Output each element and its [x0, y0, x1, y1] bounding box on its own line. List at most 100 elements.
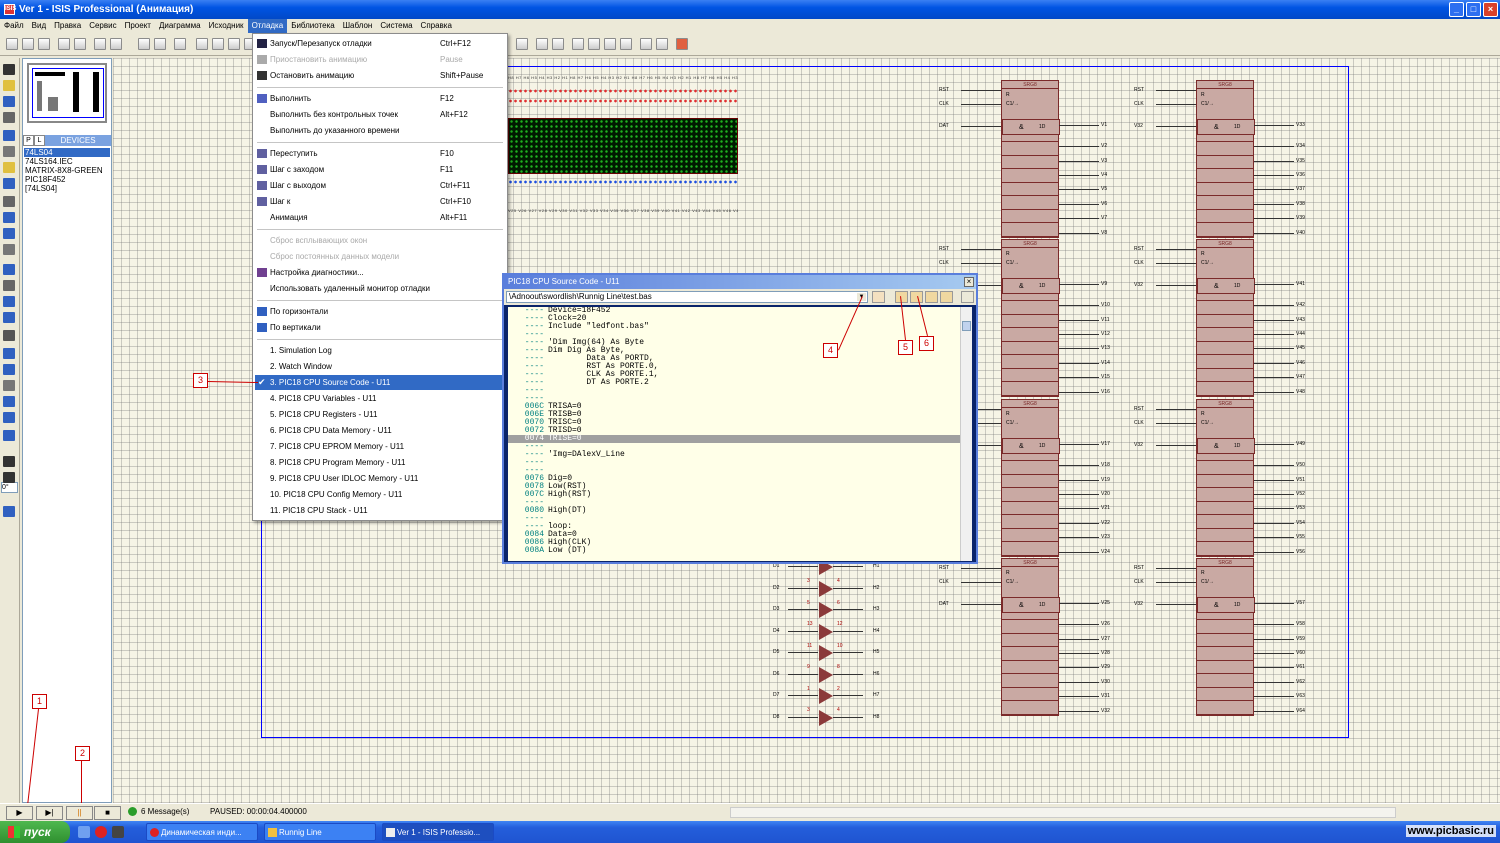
- source-code-listing[interactable]: ---- Device=18F452 ---- Clock=20 ---- Include…: [508, 307, 964, 561]
- debug-menu-item-21[interactable]: 5. PIC18 CPU Registers - U11: [255, 407, 505, 422]
- left-tool-20[interactable]: [3, 396, 15, 407]
- message-count[interactable]: 6 Message(s): [128, 807, 189, 816]
- srg8-chip[interactable]: SRG8 R C1/→ & 1D: [1196, 239, 1255, 397]
- debug-menu-item-22[interactable]: 6. PIC18 CPU Data Memory - U11: [255, 423, 505, 438]
- toolbar-button-4[interactable]: [74, 38, 86, 50]
- scroll-thumb[interactable]: [962, 321, 971, 331]
- toolbar-button-2[interactable]: [38, 38, 50, 50]
- toolbar-button-8[interactable]: [154, 38, 166, 50]
- toolbar-button-23[interactable]: [676, 38, 688, 50]
- minimize-button[interactable]: _: [1449, 2, 1464, 17]
- toolbar-button-11[interactable]: [212, 38, 224, 50]
- menu-2[interactable]: Правка: [50, 19, 85, 33]
- left-tool-18[interactable]: [3, 364, 15, 375]
- toolbar-button-10[interactable]: [196, 38, 208, 50]
- menu-10[interactable]: Система: [376, 19, 416, 33]
- toolbar-button-16[interactable]: [552, 38, 564, 50]
- debug-menu-item-4[interactable]: Выполнить без контрольных точек Alt+F12: [255, 107, 505, 122]
- code-line[interactable]: ---- DT As PORTE.2: [508, 379, 964, 387]
- start-button[interactable]: пуск: [0, 821, 70, 843]
- pick-devices-tab[interactable]: P: [23, 135, 34, 146]
- debug-menu-item-0[interactable]: Запуск/Перезапуск отладки Ctrl+F12: [255, 36, 505, 51]
- source-window-title[interactable]: PIC18 CPU Source Code - U11: [504, 275, 976, 289]
- left-tool-8[interactable]: [3, 196, 15, 207]
- toolbar-button-1[interactable]: [22, 38, 34, 50]
- toolbar-button-15[interactable]: [536, 38, 548, 50]
- menu-4[interactable]: Проект: [121, 19, 155, 33]
- overview-window[interactable]: [27, 63, 107, 123]
- left-tool-2[interactable]: [3, 96, 15, 107]
- left-tool-25[interactable]: [3, 506, 15, 517]
- menu-5[interactable]: Диаграмма: [155, 19, 205, 33]
- srg8-chip[interactable]: SRG8 R C1/→ & 1D: [1001, 558, 1060, 716]
- left-tool-23[interactable]: [3, 456, 15, 467]
- toolbar-button-22[interactable]: [656, 38, 668, 50]
- debug-menu-item-8[interactable]: Шаг с выходом Ctrl+F11: [255, 178, 505, 193]
- debug-menu-item-27[interactable]: 11. PIC18 CPU Stack - U11: [255, 503, 505, 518]
- menu-3[interactable]: Сервис: [85, 19, 120, 33]
- code-line[interactable]: ----: [508, 515, 964, 523]
- debug-menu-item-9[interactable]: Шаг к Ctrl+F10: [255, 194, 505, 209]
- horizontal-scrollbar[interactable]: [730, 807, 1396, 818]
- debug-menu-item-26[interactable]: 10. PIC18 CPU Config Memory - U11: [255, 487, 505, 502]
- code-line[interactable]: 0074 TRISE=0: [508, 435, 964, 443]
- srg8-chip[interactable]: SRG8 R C1/→ & 1D: [1001, 399, 1060, 557]
- debug-menu-item-6[interactable]: Переступить F10: [255, 146, 505, 161]
- debug-menu-item-7[interactable]: Шаг с заходом F11: [255, 162, 505, 177]
- toolbar-button-17[interactable]: [572, 38, 584, 50]
- left-tool-21[interactable]: [3, 412, 15, 423]
- debug-menu-item-19[interactable]: ✔ 3. PIC18 CPU Source Code - U11: [255, 375, 505, 390]
- taskbar-item-browser[interactable]: Динамическая инди...: [146, 823, 258, 841]
- debug-menu-item-14[interactable]: Использовать удаленный монитор отладки: [255, 281, 505, 296]
- toolbar-button-7[interactable]: [138, 38, 150, 50]
- toolbar-button-3[interactable]: [58, 38, 70, 50]
- step-button[interactable]: ▶|: [36, 806, 63, 820]
- toolbar-button-9[interactable]: [174, 38, 186, 50]
- left-tool-5[interactable]: [3, 146, 15, 157]
- device-item[interactable]: [74LS04]: [24, 184, 110, 193]
- debug-menu-item-5[interactable]: Выполнить до указанного времени: [255, 123, 505, 138]
- code-line[interactable]: 0080 High(DT): [508, 507, 964, 515]
- toolbar-button-19[interactable]: [604, 38, 616, 50]
- srg8-chip[interactable]: SRG8 R C1/→ & 1D: [1196, 80, 1255, 238]
- left-tool-6[interactable]: [3, 162, 15, 173]
- device-item[interactable]: MATRIX-8X8-GREEN: [24, 166, 110, 175]
- device-item[interactable]: 74LS164.IEC: [24, 157, 110, 166]
- taskbar-item-isis[interactable]: Ver 1 - ISIS Professio...: [382, 823, 494, 841]
- menu-7[interactable]: Отладка: [247, 19, 288, 33]
- desktop-icon[interactable]: [78, 826, 90, 838]
- menu-1[interactable]: Вид: [28, 19, 50, 33]
- left-tool-16[interactable]: [3, 330, 15, 341]
- debug-menu-item-10[interactable]: Анимация Alt+F11: [255, 210, 505, 225]
- code-line[interactable]: ----: [508, 387, 964, 395]
- debug-menu-item-17[interactable]: 1. Simulation Log: [255, 343, 505, 358]
- inverter-buffer[interactable]: [819, 709, 833, 726]
- toolbar-button-0[interactable]: [6, 38, 18, 50]
- toolbar-button-5[interactable]: [94, 38, 106, 50]
- debug-menu-item-24[interactable]: 8. PIC18 CPU Program Memory - U11: [255, 455, 505, 470]
- toolbar-button-20[interactable]: [620, 38, 632, 50]
- isis-quicklaunch-icon[interactable]: [112, 826, 124, 838]
- maximize-button[interactable]: □: [1466, 2, 1481, 17]
- left-tool-17[interactable]: [3, 348, 15, 359]
- left-tool-15[interactable]: [3, 312, 15, 323]
- rotation-input[interactable]: 0°: [1, 482, 18, 493]
- inverter-buffer[interactable]: [819, 580, 833, 597]
- opera-icon[interactable]: [95, 826, 107, 838]
- play-button[interactable]: ▶: [6, 806, 33, 820]
- left-tool-12[interactable]: [3, 264, 15, 275]
- debug-menu-item-23[interactable]: 7. PIC18 CPU EPROM Memory - U11: [255, 439, 505, 454]
- debug-menu-item-15[interactable]: По горизонтали: [255, 304, 505, 319]
- left-tool-0[interactable]: [3, 64, 15, 75]
- code-line[interactable]: ---- 'Img=DAlexV_Line: [508, 451, 964, 459]
- left-tool-10[interactable]: [3, 228, 15, 239]
- taskbar-item-folder[interactable]: Runnig Line: [264, 823, 376, 841]
- menu-8[interactable]: Библиотека: [287, 19, 339, 33]
- inverter-buffer[interactable]: [819, 688, 833, 704]
- toolbar-button-12[interactable]: [228, 38, 240, 50]
- left-tool-1[interactable]: [3, 80, 15, 91]
- left-tool-24[interactable]: [3, 472, 15, 483]
- device-item[interactable]: 74LS04: [24, 148, 110, 157]
- device-item[interactable]: PIC18F452: [24, 175, 110, 184]
- srg8-chip[interactable]: SRG8 R C1/→ & 1D: [1196, 399, 1255, 557]
